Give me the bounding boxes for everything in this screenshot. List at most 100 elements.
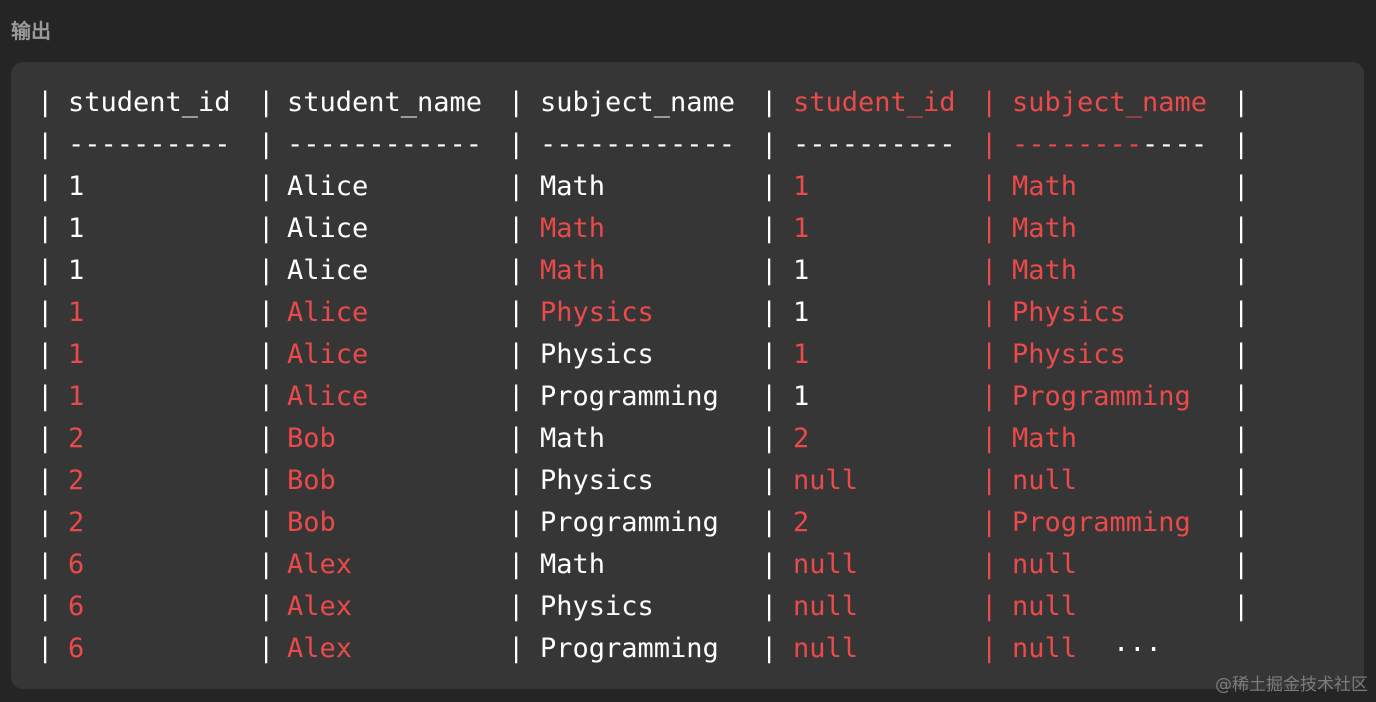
column-header: subject_name bbox=[540, 87, 736, 118]
table-cell: 1 bbox=[68, 255, 85, 286]
table-cell: Bob bbox=[287, 507, 336, 538]
watermark: @稀土掘金技术社区 bbox=[1215, 675, 1368, 695]
table-cell: Math bbox=[1012, 171, 1078, 202]
table-cell: 1 bbox=[68, 171, 85, 202]
table-cell: 1 bbox=[68, 339, 85, 370]
table-cell: 1 bbox=[793, 255, 810, 286]
table-cell: Alice bbox=[287, 381, 369, 412]
table-cell: null bbox=[1012, 591, 1078, 622]
column-divider: | bbox=[1233, 87, 1250, 118]
column-divider: | bbox=[37, 549, 54, 580]
table-cell: 1 bbox=[793, 171, 810, 202]
result-table: | | | | | | student_id student_name subject_name… bbox=[11, 62, 1364, 689]
table-cell: Alice bbox=[287, 213, 369, 244]
column-divider: | bbox=[761, 381, 778, 412]
table-cell: Alice bbox=[287, 297, 369, 328]
column-divider: | bbox=[981, 297, 998, 328]
column-divider: | bbox=[508, 633, 525, 664]
table-cell: Physics bbox=[540, 465, 654, 496]
column-divider: | bbox=[508, 465, 525, 496]
column-divider: | bbox=[761, 633, 778, 664]
column-divider: | bbox=[1233, 129, 1250, 160]
column-divider: | bbox=[258, 507, 275, 538]
column-divider: | bbox=[37, 381, 54, 412]
column-divider: | bbox=[258, 129, 275, 160]
column-divider: | bbox=[981, 87, 998, 118]
column-divider: | bbox=[1233, 423, 1250, 454]
column-divider: | bbox=[37, 465, 54, 496]
table-cell: 2 bbox=[793, 423, 810, 454]
table-cell: null bbox=[1012, 549, 1078, 580]
table-cell: Math bbox=[540, 213, 606, 244]
column-divider: | bbox=[981, 423, 998, 454]
table-cell: 6 bbox=[68, 549, 85, 580]
table-cell: 2 bbox=[68, 423, 85, 454]
table-cell: null bbox=[793, 591, 859, 622]
table-cell: 6 bbox=[68, 633, 85, 664]
table-cell: null bbox=[793, 465, 859, 496]
column-divider: | bbox=[258, 339, 275, 370]
column-divider: | bbox=[761, 549, 778, 580]
truncation-ellipsis: ... bbox=[1113, 627, 1162, 658]
table-cell: Physics bbox=[540, 591, 654, 622]
column-divider: | bbox=[1233, 507, 1250, 538]
column-divider: | bbox=[508, 129, 525, 160]
column-divider: | bbox=[508, 381, 525, 412]
table-cell: 1 bbox=[68, 297, 85, 328]
column-divider: | bbox=[1233, 213, 1250, 244]
column-divider: | bbox=[258, 549, 275, 580]
column-divider: | bbox=[508, 171, 525, 202]
table-cell: Math bbox=[540, 423, 606, 454]
table-cell: null bbox=[793, 549, 859, 580]
column-divider: | bbox=[981, 339, 998, 370]
column-divider: | bbox=[981, 591, 998, 622]
table-cell: Programming bbox=[1012, 507, 1191, 538]
column-divider: | bbox=[258, 465, 275, 496]
column-divider: | bbox=[981, 255, 998, 286]
column-divider: | bbox=[761, 255, 778, 286]
column-divider: | bbox=[258, 297, 275, 328]
table-cell: 1 bbox=[68, 381, 85, 412]
table-cell: Physics bbox=[540, 339, 654, 370]
column-divider: | bbox=[37, 591, 54, 622]
table-cell: 2 bbox=[68, 507, 85, 538]
column-divider: | bbox=[981, 507, 998, 538]
table-cell: null bbox=[1012, 633, 1078, 664]
column-divider: | bbox=[37, 507, 54, 538]
header-separator: ------------ bbox=[540, 129, 736, 160]
column-divider: | bbox=[761, 129, 778, 160]
column-divider: | bbox=[508, 549, 525, 580]
table-cell: Programming bbox=[540, 633, 719, 664]
column-divider: | bbox=[258, 633, 275, 664]
table-cell: Alice bbox=[287, 171, 369, 202]
table-cell: Alice bbox=[287, 255, 369, 286]
table-cell: 1 bbox=[68, 213, 85, 244]
table-cell: Math bbox=[1012, 423, 1078, 454]
column-divider: | bbox=[258, 255, 275, 286]
column-divider: | bbox=[508, 339, 525, 370]
column-header: student_id bbox=[793, 87, 956, 118]
table-cell: Bob bbox=[287, 465, 336, 496]
column-divider: | bbox=[981, 549, 998, 580]
column-divider: | bbox=[981, 633, 998, 664]
column-divider: | bbox=[37, 213, 54, 244]
table-cell: Physics bbox=[1012, 339, 1126, 370]
table-cell: Alice bbox=[287, 339, 369, 370]
column-header: student_name bbox=[287, 87, 483, 118]
table-cell: Math bbox=[1012, 255, 1078, 286]
header-separator: ------------ bbox=[287, 129, 483, 160]
column-divider: | bbox=[1233, 339, 1250, 370]
column-divider: | bbox=[761, 339, 778, 370]
table-cell: Physics bbox=[1012, 297, 1126, 328]
table-cell: Math bbox=[1012, 213, 1078, 244]
column-divider: | bbox=[981, 171, 998, 202]
column-divider: | bbox=[1233, 591, 1250, 622]
table-cell: 2 bbox=[68, 465, 85, 496]
column-divider: | bbox=[1233, 381, 1250, 412]
column-divider: | bbox=[258, 87, 275, 118]
column-divider: | bbox=[761, 297, 778, 328]
table-cell: Programming bbox=[540, 507, 719, 538]
column-divider: | bbox=[761, 423, 778, 454]
table-cell: 1 bbox=[793, 297, 810, 328]
column-divider: | bbox=[37, 129, 54, 160]
